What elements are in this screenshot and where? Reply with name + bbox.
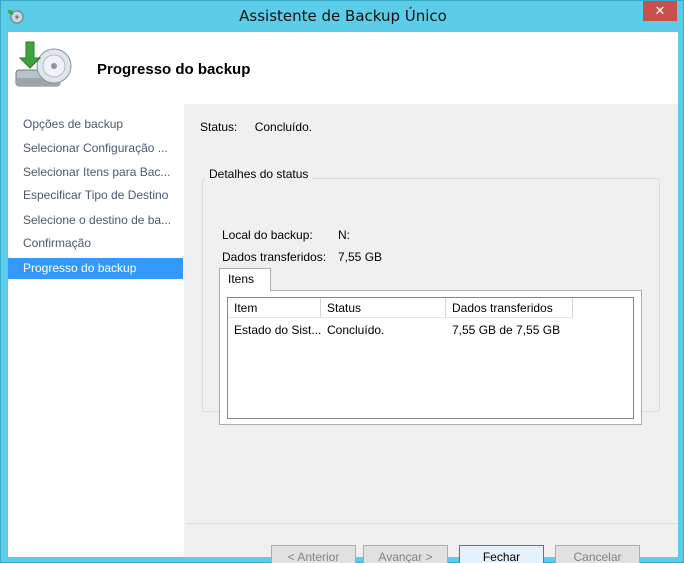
sidebar-item-confirmation[interactable]: Confirmação: [8, 233, 183, 254]
status-row: Status: Concluído.: [200, 120, 326, 134]
row-transferred-cell: 7,55 GB de 7,55 GB: [452, 323, 561, 337]
cancel-button[interactable]: Cancelar: [555, 545, 640, 563]
items-list[interactable]: Item Status Dados transferidos Estado do…: [227, 297, 634, 419]
status-label: Status:: [200, 120, 238, 134]
backup-disk-icon: [14, 40, 74, 96]
sidebar-item-select-configuration[interactable]: Selecionar Configuração ...: [8, 138, 183, 159]
footer-separator: [186, 523, 678, 524]
back-button[interactable]: < Anterior: [271, 545, 356, 563]
tab-items[interactable]: Itens: [219, 268, 271, 291]
wizard-content: Status: Concluído. Detalhes do status Lo…: [186, 104, 678, 563]
wizard-client-area: Progresso do backup Opções de backup Sel…: [8, 32, 678, 563]
backup-location-label: Local do backup:: [222, 228, 313, 242]
column-header-status[interactable]: Status: [321, 298, 446, 318]
status-details-legend: Detalhes do status: [205, 167, 313, 181]
sidebar-item-backup-progress[interactable]: Progresso do backup: [8, 258, 183, 279]
sidebar-item-select-destination[interactable]: Selecione o destino de ba...: [8, 210, 183, 231]
transferred-value: 7,55 GB: [338, 250, 383, 264]
status-value: Concluído.: [254, 120, 313, 134]
sidebar-item-backup-options[interactable]: Opções de backup: [8, 114, 183, 135]
next-button[interactable]: Avançar >: [363, 545, 448, 563]
wizard-window: Assistente de Backup Único ✕ Progresso d…: [0, 0, 684, 563]
window-title: Assistente de Backup Único: [239, 7, 447, 25]
row-item-cell: Estado do Sist...: [234, 323, 321, 337]
close-window-button[interactable]: ✕: [643, 1, 677, 21]
sidebar-item-select-items[interactable]: Selecionar Itens para Bac...: [8, 162, 183, 183]
sidebar-item-destination-type[interactable]: Especificar Tipo de Destino: [8, 185, 183, 206]
close-button[interactable]: Fechar: [459, 545, 544, 563]
column-header-transferred[interactable]: Dados transferidos: [446, 298, 573, 318]
wizard-header: Progresso do backup: [8, 32, 678, 104]
backup-location-value: N:: [338, 228, 350, 242]
row-status-cell: Concluído.: [327, 323, 385, 337]
column-header-item[interactable]: Item: [228, 298, 321, 318]
page-title: Progresso do backup: [97, 61, 251, 78]
wizard-steps-sidebar: Opções de backup Selecionar Configuração…: [8, 104, 184, 557]
title-bar[interactable]: Assistente de Backup Único ✕: [1, 1, 684, 32]
items-list-header: Item Status Dados transferidos: [228, 298, 633, 318]
transferred-label: Dados transferidos:: [222, 250, 327, 264]
